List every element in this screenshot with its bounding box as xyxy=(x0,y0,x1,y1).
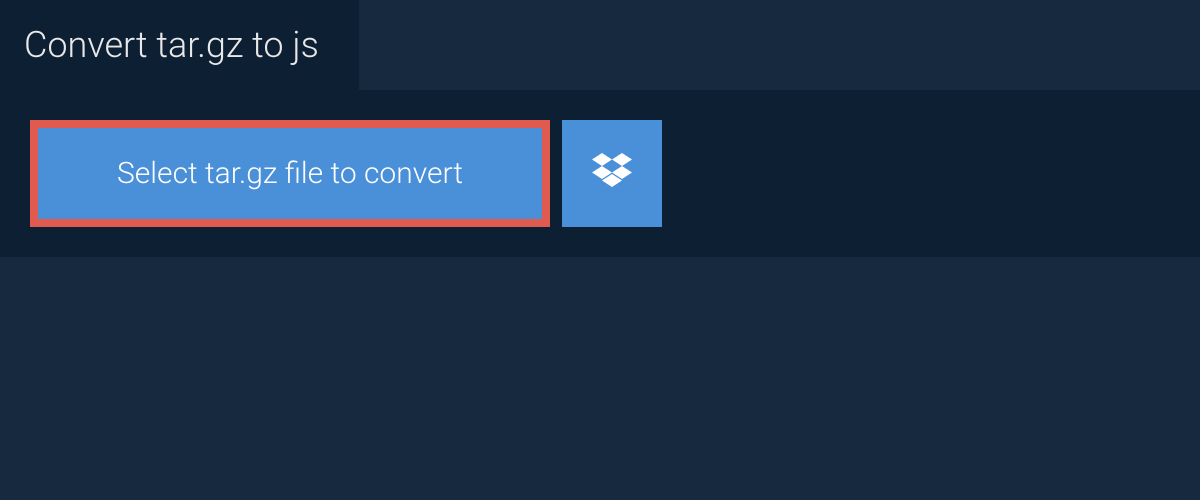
upload-button-row: Select tar.gz file to convert xyxy=(30,120,1170,227)
upload-panel: Select tar.gz file to convert xyxy=(0,90,1200,257)
page-title: Convert tar.gz to js xyxy=(24,24,319,66)
select-file-button-label: Select tar.gz file to convert xyxy=(117,156,463,191)
select-file-button[interactable]: Select tar.gz file to convert xyxy=(30,120,550,227)
dropbox-icon xyxy=(592,153,632,195)
page-header-tab: Convert tar.gz to js xyxy=(0,0,359,90)
dropbox-upload-button[interactable] xyxy=(562,120,662,227)
